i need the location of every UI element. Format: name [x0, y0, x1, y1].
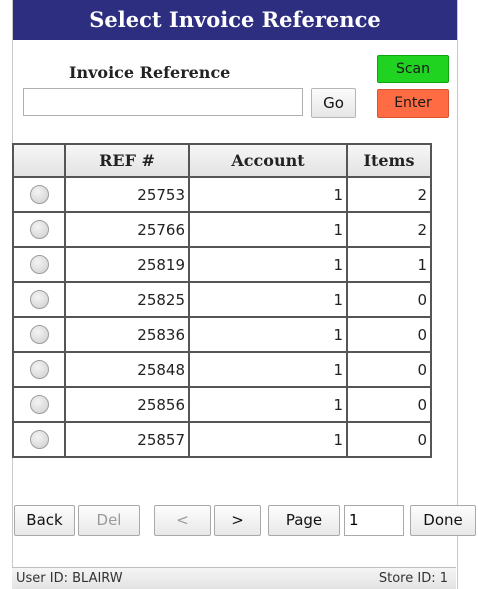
ref-cell: 25825 — [64, 281, 190, 318]
table-row[interactable]: 25766 1 2 — [12, 211, 432, 248]
scan-button[interactable]: Scan — [377, 55, 449, 83]
page-button[interactable]: Page — [268, 505, 340, 536]
items-cell: 0 — [346, 351, 432, 388]
ref-cell: 25856 — [64, 386, 190, 423]
account-cell: 1 — [188, 246, 348, 283]
ref-cell: 25857 — [64, 421, 190, 458]
next-page-button[interactable]: > — [214, 505, 261, 536]
table-row[interactable]: 25856 1 0 — [12, 386, 432, 423]
table-row[interactable]: 25857 1 0 — [12, 421, 432, 458]
items-cell: 0 — [346, 386, 432, 423]
ref-column-header: REF # — [64, 143, 190, 178]
row-select-cell[interactable] — [12, 176, 66, 213]
ref-cell: 25766 — [64, 211, 190, 248]
account-cell: 1 — [188, 351, 348, 388]
table-row[interactable]: 25848 1 0 — [12, 351, 432, 388]
row-select-cell[interactable] — [12, 386, 66, 423]
select-column-header — [12, 143, 66, 178]
account-cell: 1 — [188, 211, 348, 248]
table-row[interactable]: 25753 1 2 — [12, 176, 432, 213]
items-cell: 2 — [346, 176, 432, 213]
row-select-cell[interactable] — [12, 421, 66, 458]
table-row[interactable]: 25836 1 0 — [12, 316, 432, 353]
radio-button[interactable] — [29, 395, 49, 414]
radio-button[interactable] — [29, 220, 49, 239]
store-id-label: Store ID: 1 — [378, 571, 448, 586]
account-cell: 1 — [188, 176, 348, 213]
items-cell: 0 — [346, 316, 432, 353]
invoice-reference-label: Invoice Reference — [69, 63, 231, 82]
table-row[interactable]: 25825 1 0 — [12, 281, 432, 318]
table-header-row: REF # Account Items — [12, 143, 432, 178]
page-number-input[interactable]: 1 — [344, 505, 404, 536]
account-cell: 1 — [188, 421, 348, 458]
ref-cell: 25836 — [64, 316, 190, 353]
radio-button[interactable] — [29, 255, 49, 274]
radio-button[interactable] — [29, 290, 49, 309]
table-row[interactable]: 25819 1 1 — [12, 246, 432, 283]
ref-cell: 25753 — [64, 176, 190, 213]
back-button[interactable]: Back — [14, 505, 75, 536]
radio-button[interactable] — [29, 185, 49, 204]
items-cell: 1 — [346, 246, 432, 283]
account-cell: 1 — [188, 316, 348, 353]
account-column-header: Account — [188, 143, 348, 178]
delete-button[interactable]: Del — [78, 505, 140, 536]
row-select-cell[interactable] — [12, 351, 66, 388]
items-cell: 0 — [346, 421, 432, 458]
invoice-table: REF # Account Items 25753 1 2 25766 1 2 … — [12, 143, 432, 458]
go-button[interactable]: Go — [311, 88, 356, 118]
items-cell: 0 — [346, 281, 432, 318]
account-cell: 1 — [188, 386, 348, 423]
ref-cell: 25819 — [64, 246, 190, 283]
previous-page-button[interactable]: < — [154, 505, 211, 536]
done-button[interactable]: Done — [410, 505, 476, 536]
radio-button[interactable] — [29, 360, 49, 379]
status-bar: User ID: BLAIRW Store ID: 1 — [12, 567, 456, 589]
row-select-cell[interactable] — [12, 316, 66, 353]
row-select-cell[interactable] — [12, 246, 66, 283]
account-cell: 1 — [188, 281, 348, 318]
invoice-reference-input[interactable] — [23, 88, 303, 116]
row-select-cell[interactable] — [12, 211, 66, 248]
radio-button[interactable] — [29, 325, 49, 344]
ref-cell: 25848 — [64, 351, 190, 388]
page-title: Select Invoice Reference — [13, 0, 457, 40]
user-id-label: User ID: BLAIRW — [16, 571, 123, 586]
enter-button[interactable]: Enter — [377, 89, 449, 118]
radio-button[interactable] — [29, 430, 49, 449]
items-cell: 2 — [346, 211, 432, 248]
items-column-header: Items — [346, 143, 432, 178]
row-select-cell[interactable] — [12, 281, 66, 318]
